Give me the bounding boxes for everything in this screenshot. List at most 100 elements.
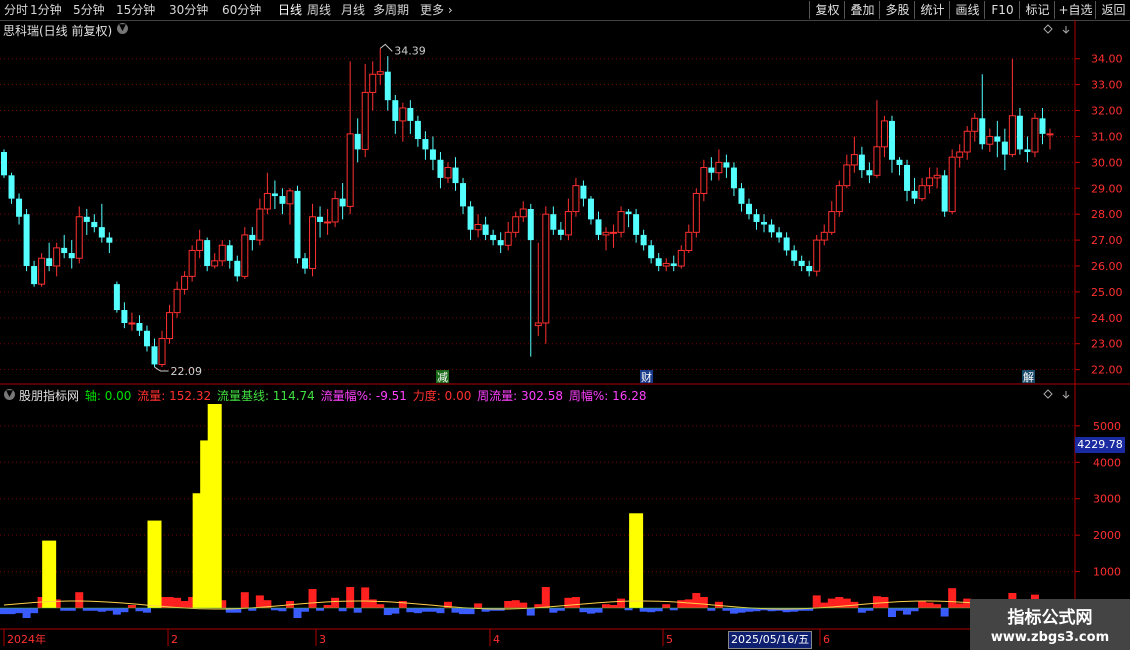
flow-bar-down	[940, 608, 949, 617]
candle-body	[956, 151, 964, 158]
flow-bar-down	[293, 608, 302, 618]
candle-body	[61, 247, 68, 254]
flow-bar-up	[571, 597, 580, 608]
candle-body	[91, 221, 98, 228]
candle-body	[23, 214, 30, 266]
date-axis-label: 2024年	[7, 632, 46, 646]
candle-body	[68, 253, 75, 259]
candle-body	[595, 219, 602, 235]
price-axis-label: 30.00	[1091, 156, 1123, 169]
diamond-icon	[1043, 24, 1053, 34]
diamond-icon	[1043, 389, 1053, 399]
flow-bar-down	[526, 608, 535, 616]
volume-spike-bar	[147, 520, 162, 608]
candle-body	[527, 209, 534, 241]
flow-bar-down	[97, 608, 106, 612]
arrow-down-icon	[1062, 26, 1070, 34]
flow-bar-down	[338, 608, 347, 612]
price-axis-label: 27.00	[1091, 234, 1123, 247]
candle-body	[843, 164, 851, 187]
candle-body	[550, 214, 557, 230]
weekly-flow-value: 周流量: 302.58	[477, 389, 564, 403]
flow-bar-up	[376, 604, 385, 608]
date-axis-label: 2	[171, 633, 178, 646]
flow-bar-up	[933, 604, 942, 608]
flow-bar-up	[398, 601, 407, 608]
candle-body	[444, 167, 452, 179]
candle-body	[580, 185, 587, 199]
candle-body	[692, 192, 700, 233]
price-axis-label: 29.00	[1091, 182, 1123, 195]
flow-bar-down	[428, 608, 437, 612]
candle-body	[429, 149, 436, 160]
flow-bar-up	[842, 598, 851, 608]
candle-body	[791, 250, 798, 261]
volume-spike-bar	[207, 404, 222, 608]
candle-body	[474, 224, 482, 231]
candle-body	[16, 198, 23, 217]
flow-bar-down	[744, 608, 753, 612]
candle-body	[196, 239, 204, 251]
indicator-name: 股朋指标网	[19, 389, 80, 403]
candle-body	[286, 190, 294, 205]
flow-bar-down	[451, 608, 460, 613]
high-pointer	[379, 43, 393, 52]
candle-body	[460, 183, 467, 207]
flow-bar-down	[353, 608, 362, 613]
candle-body	[926, 177, 934, 187]
flow-bar-down	[729, 608, 738, 614]
flow-bar-up	[323, 605, 332, 608]
indicator-header: 股朋指标网 轴: 0.00 流量: 152.32 流量基线: 114.74 流量…	[19, 387, 648, 404]
flow-bar-down	[90, 608, 99, 611]
price-axis-label: 34.00	[1091, 53, 1123, 66]
candle-body	[783, 237, 790, 251]
flow-bar-down	[459, 608, 468, 615]
flow-bar-down	[857, 608, 866, 613]
candle-body	[557, 229, 564, 235]
flow-pct-value: 流量幅%: -9.51	[320, 389, 407, 403]
weekly-pct-value: 周幅%: 16.28	[568, 389, 647, 403]
chevron-down-icon[interactable]: ▼	[4, 389, 15, 400]
candle-body	[806, 266, 813, 272]
flow-bar-up	[662, 604, 671, 608]
candle-body	[685, 231, 693, 251]
flow-bar-up	[346, 587, 355, 608]
candle-body	[339, 198, 346, 207]
price-axis-label: 22.00	[1091, 364, 1123, 377]
indicator-axis-label: 3000	[1093, 493, 1121, 506]
candle-body	[866, 170, 873, 176]
candle-body	[173, 288, 181, 314]
low-price-label: 22.09	[171, 365, 203, 378]
candle-body	[302, 258, 309, 269]
flow-bar-up	[308, 589, 317, 608]
flow-bar-up	[504, 601, 513, 608]
axis-value: 轴: 0.00	[84, 389, 132, 403]
flow-bar-up	[602, 604, 611, 608]
flow-bar-down	[142, 608, 151, 613]
event-marker-reduce: 减	[437, 371, 448, 384]
candle-body	[640, 234, 647, 246]
flow-bar-down	[639, 608, 648, 612]
candle-body	[83, 216, 90, 222]
flow-bar-down	[903, 608, 912, 615]
candle-body	[1016, 115, 1023, 150]
flow-bar-down	[22, 608, 31, 618]
flow-bar-up	[918, 601, 927, 608]
candle-body	[738, 188, 745, 204]
flow-bar-down	[67, 608, 76, 611]
candle-body	[798, 260, 805, 266]
candle-body	[234, 260, 241, 277]
price-axis-label: 33.00	[1091, 79, 1123, 92]
candle-body	[896, 159, 903, 165]
flow-bar-down	[707, 608, 716, 611]
candle-body	[106, 237, 113, 243]
candle-body	[452, 167, 459, 184]
candle-body	[768, 224, 775, 233]
volume-spike-bar	[42, 540, 57, 608]
kline-chart[interactable]: 34.00 33.00 32.00 31.00 30.00 29.00 28.00 27.00…	[0, 0, 1130, 650]
candle-body	[218, 244, 226, 262]
arrow-down-icon	[1062, 391, 1070, 399]
candle-body	[994, 136, 1001, 142]
flow-bar-down	[135, 608, 144, 612]
candle-body	[633, 214, 640, 235]
